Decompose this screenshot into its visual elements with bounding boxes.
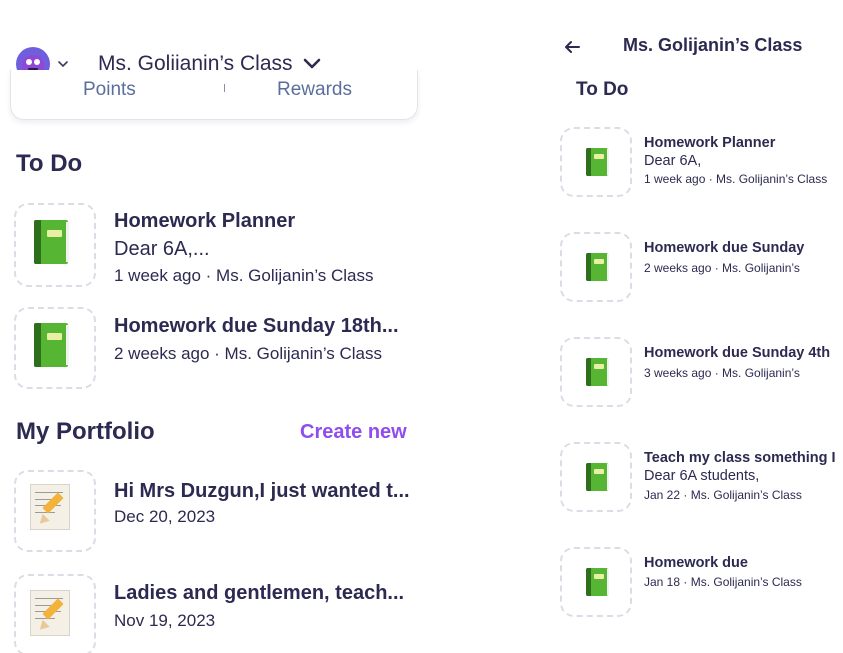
back-arrow-icon[interactable] [562, 37, 582, 57]
item-date: Dec 20, 2023 [114, 507, 216, 526]
item-meta: Jan 18 · Ms. Golijanin’s Class [644, 575, 802, 589]
item-meta: 1 week ago · Ms. Golijanin’s Class [114, 266, 374, 285]
item-meta: 3 weeks ago · Ms. Golijanin’s [644, 366, 800, 380]
item-title: Ladies and gentlemen, teach... [114, 582, 405, 604]
book-icon [34, 220, 70, 264]
book-icon [586, 463, 609, 491]
chevron-down-icon[interactable] [303, 57, 321, 71]
item-title: Homework Planner [644, 135, 776, 151]
tab-rewards[interactable]: Rewards [277, 79, 352, 101]
page-title: Ms. Golijanin’s Class [623, 35, 803, 55]
book-icon [586, 253, 609, 281]
book-icon [34, 323, 70, 367]
create-new-link[interactable]: Create new [300, 421, 407, 444]
chevron-down-icon[interactable] [58, 59, 68, 69]
todo-heading: To Do [576, 79, 629, 100]
note-pencil-icon [30, 590, 70, 636]
item-meta: 1 week ago · Ms. Golijanin’s Class [644, 172, 828, 186]
tab-points[interactable]: Points [83, 79, 136, 101]
item-title: Homework due Sunday [644, 240, 805, 256]
portfolio-heading: My Portfolio [16, 418, 155, 445]
item-preview: Dear 6A students, [644, 468, 760, 484]
book-icon [586, 148, 609, 176]
item-meta: 2 weeks ago · Ms. Golijanin’s Class [114, 344, 383, 363]
item-meta: 2 weeks ago · Ms. Golijanin’s [644, 261, 800, 275]
book-icon [586, 568, 609, 596]
class-screen-right: Ms. Golijanin’s Class To Do Homework Pla… [540, 0, 843, 653]
item-preview: Dear 6A, [644, 153, 702, 169]
item-title: Homework due [644, 555, 748, 571]
item-meta: Jan 22 · Ms. Golijanin’s Class [644, 488, 802, 502]
tab-separator [224, 84, 225, 92]
item-title: Homework due Sunday 4th [644, 345, 831, 361]
item-title: Hi Mrs Duzgun,I just wanted t... [114, 480, 410, 502]
book-icon [586, 358, 609, 386]
item-title: Teach my class something I [644, 450, 836, 466]
class-screen-left: Ms. Golijanin’s Class Points Rewards To … [0, 0, 430, 653]
points-rewards-tabs: Points Rewards [10, 70, 418, 120]
item-date: Nov 19, 2023 [114, 611, 216, 630]
todo-heading: To Do [16, 150, 83, 177]
note-pencil-icon [30, 484, 70, 530]
item-preview: Dear 6A,... [114, 238, 210, 260]
item-title: Homework Planner [114, 210, 296, 232]
item-title: Homework due Sunday 18th... [114, 315, 399, 337]
